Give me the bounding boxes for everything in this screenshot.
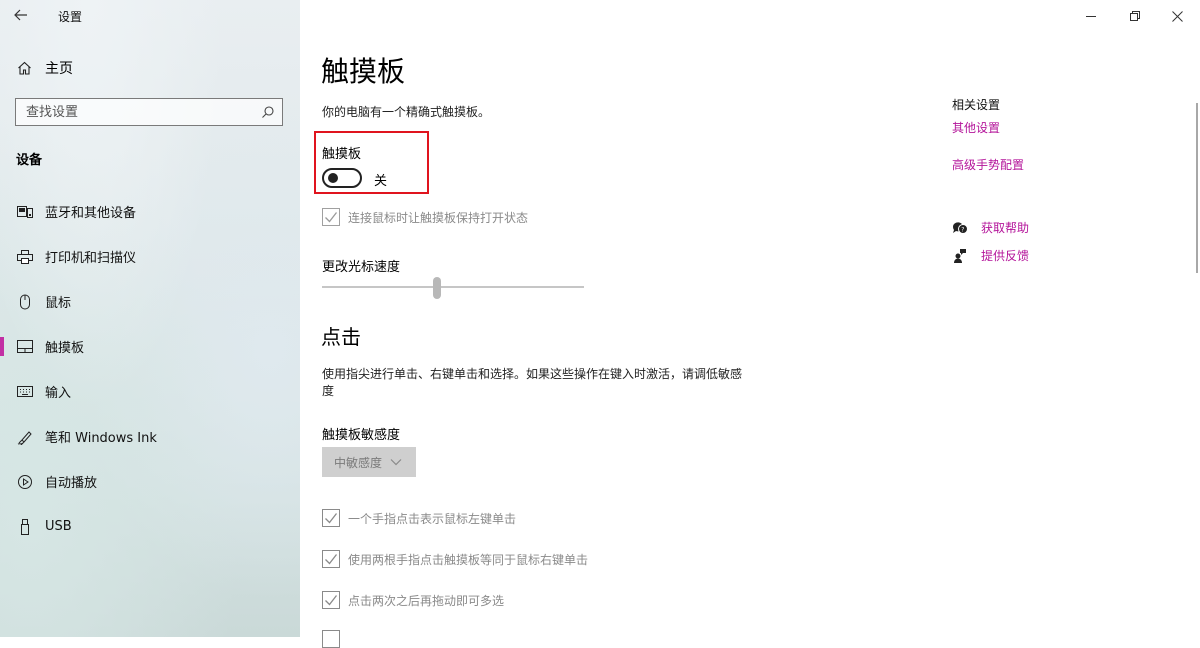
scrollbar[interactable] (1196, 103, 1198, 273)
keep-touchpad-on-checkbox[interactable]: 连接鼠标时让触摸板保持打开状态 (322, 208, 528, 226)
usb-icon (16, 518, 34, 535)
other-settings-link[interactable]: 其他设置 (952, 119, 1152, 136)
get-help-row[interactable]: ? 获取帮助 (951, 219, 1029, 236)
feedback-row[interactable]: 提供反馈 (951, 247, 1029, 264)
checkbox-box[interactable] (322, 208, 340, 226)
checkbox-label: 连接鼠标时让触摸板保持打开状态 (348, 210, 529, 225)
double-tap-drag-checkbox[interactable]: 点击两次之后再拖动即可多选 (322, 591, 504, 609)
sidebar-item-label: 鼠标 (45, 296, 72, 311)
bluetooth-devices-icon (16, 205, 34, 219)
next-checkbox-partial[interactable] (322, 630, 340, 648)
mouse-icon (16, 294, 34, 310)
cursor-speed-slider[interactable] (322, 276, 586, 300)
two-finger-tap-checkbox[interactable]: 使用两根手指点击触摸板等同于鼠标右键单击 (322, 550, 588, 568)
toggle-state-text: 关 (374, 174, 388, 189)
sidebar-item-label: 笔和 Windows Ink (45, 431, 157, 446)
restore-icon[interactable] (1112, 0, 1158, 32)
sidebar-item-printers[interactable]: 打印机和扫描仪 (0, 234, 300, 279)
main-panel: 触摸板 你的电脑有一个精确式触摸板。 触摸板 关 连接鼠标时让触摸板保持打开状态… (300, 0, 1200, 648)
sidebar-item-label: 输入 (45, 386, 72, 401)
sidebar-item-autoplay[interactable]: 自动播放 (0, 459, 300, 504)
sidebar-item-typing[interactable]: 输入 (0, 369, 300, 414)
one-finger-tap-checkbox[interactable]: 一个手指点击表示鼠标左键单击 (322, 509, 516, 527)
sensitivity-dropdown[interactable]: 中敏感度 (322, 447, 416, 477)
search-input[interactable] (16, 99, 266, 125)
taps-section-title: 点击 (321, 325, 361, 349)
toggle-knob (328, 173, 338, 183)
advanced-gestures-link[interactable]: 高级手势配置 (952, 156, 1152, 173)
chevron-down-icon (390, 458, 402, 466)
cursor-speed-label: 更改光标速度 (322, 260, 401, 275)
autoplay-icon (16, 474, 34, 490)
pen-icon (16, 429, 34, 445)
sidebar-item-bluetooth[interactable]: 蓝牙和其他设备 (0, 189, 300, 234)
search-box[interactable] (15, 98, 283, 126)
touchpad-toggle[interactable] (322, 168, 362, 188)
nav-list: 蓝牙和其他设备 打印机和扫描仪 鼠标 触摸板 输入 笔和 Windows Ink… (0, 189, 300, 549)
checkbox-label: 使用两根手指点击触摸板等同于鼠标右键单击 (348, 552, 589, 567)
home-icon (16, 61, 32, 75)
checkbox-box[interactable] (322, 591, 340, 609)
printer-icon (16, 249, 34, 265)
sidebar-item-label: 自动播放 (45, 476, 98, 491)
sidebar-item-label: 触摸板 (45, 341, 85, 356)
home-nav-item[interactable]: 主页 (16, 58, 73, 78)
related-settings: 相关设置 其他设置 高级手势配置 (952, 96, 1152, 173)
section-title: 设备 (16, 153, 43, 168)
touchpad-icon (16, 340, 34, 353)
sidebar-item-label: USB (45, 519, 72, 534)
search-icon[interactable] (261, 104, 275, 123)
app-title: 设置 (58, 10, 83, 24)
feedback-link[interactable]: 提供反馈 (981, 247, 1029, 264)
help-chat-icon: ? (951, 221, 969, 235)
sidebar: 设置 主页 设备 蓝牙和其他设备 打印机和扫描仪 (0, 0, 300, 637)
get-help-link[interactable]: 获取帮助 (981, 219, 1029, 236)
sidebar-item-label: 打印机和扫描仪 (45, 251, 137, 266)
checkbox-box[interactable] (322, 630, 340, 648)
sidebar-item-usb[interactable]: USB (0, 504, 300, 549)
sidebar-item-label: 蓝牙和其他设备 (45, 206, 137, 221)
sidebar-item-mouse[interactable]: 鼠标 (0, 279, 300, 324)
home-label: 主页 (45, 61, 73, 77)
active-indicator (0, 337, 4, 356)
sensitivity-value: 中敏感度 (334, 455, 383, 470)
slider-track (322, 286, 584, 288)
sidebar-item-touchpad[interactable]: 触摸板 (0, 324, 300, 369)
page-description: 你的电脑有一个精确式触摸板。 (322, 105, 491, 119)
sidebar-item-pen[interactable]: 笔和 Windows Ink (0, 414, 300, 459)
slider-thumb[interactable] (433, 277, 441, 299)
checkbox-label: 一个手指点击表示鼠标左键单击 (348, 511, 517, 526)
checkbox-label: 点击两次之后再拖动即可多选 (348, 593, 505, 608)
svg-text:?: ? (961, 226, 964, 233)
feedback-icon (951, 248, 969, 264)
close-icon[interactable] (1154, 0, 1200, 32)
minimize-icon[interactable] (1068, 0, 1114, 32)
page-title: 触摸板 (321, 55, 406, 88)
related-settings-title: 相关设置 (952, 98, 1001, 112)
keyboard-icon (16, 386, 34, 397)
touchpad-toggle-label: 触摸板 (322, 147, 362, 162)
taps-description: 使用指尖进行单击、右键单击和选择。如果这些操作在键入时激活，请调低敏感度 (322, 367, 743, 398)
checkbox-box[interactable] (322, 509, 340, 527)
back-arrow-icon[interactable] (14, 6, 28, 25)
title-bar: 设置 (0, 0, 300, 32)
checkbox-box[interactable] (322, 550, 340, 568)
sensitivity-label: 触摸板敏感度 (322, 428, 401, 443)
